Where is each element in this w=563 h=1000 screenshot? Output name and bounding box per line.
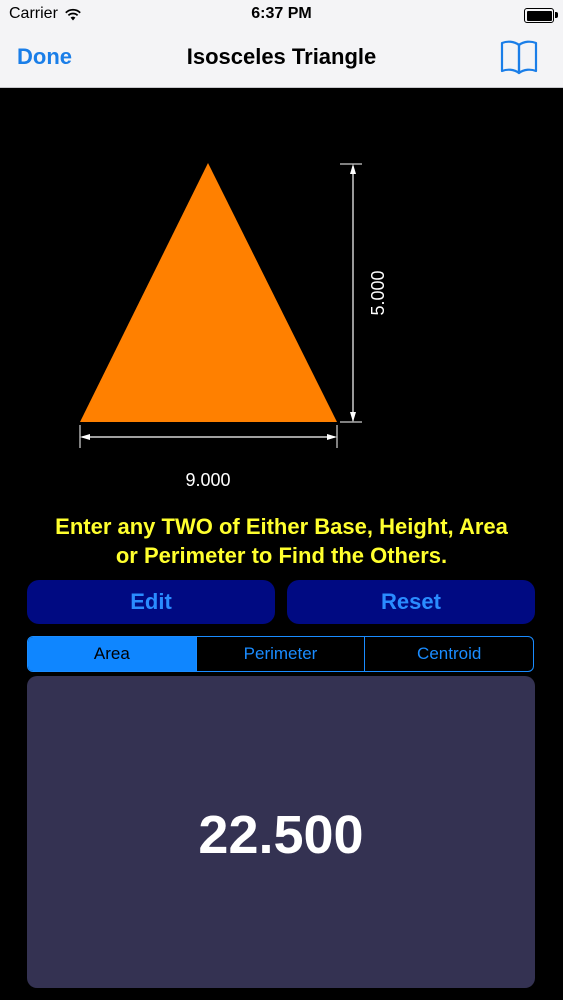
edit-button[interactable]: Edit (27, 580, 275, 624)
tab-area[interactable]: Area (28, 637, 196, 671)
book-icon[interactable] (499, 39, 539, 75)
result-value: 22.500 (198, 805, 364, 865)
tab-perimeter[interactable]: Perimeter (195, 637, 365, 671)
instructions-line-1: Enter any TWO of Either Base, Height, Ar… (55, 514, 508, 539)
base-label: 9.000 (185, 470, 230, 490)
triangle-diagram: 5.000 9.000 (79, 163, 388, 490)
page-title: Isosceles Triangle (186, 44, 377, 69)
status-time: 6:37 PM (251, 5, 312, 22)
tab-centroid[interactable]: Centroid (364, 637, 533, 671)
result-panel: 22.500 (27, 676, 535, 988)
instructions: Enter any TWO of Either Base, Height, Ar… (0, 512, 563, 570)
status-bar: Carrier 6:37 PM (0, 0, 563, 30)
battery-icon (524, 8, 558, 23)
instructions-line-2: or Perimeter to Find the Others. (115, 543, 448, 568)
reset-button[interactable]: Reset (287, 580, 535, 624)
result-type-tabs: Area Perimeter Centroid (27, 636, 534, 672)
nav-bar: Done Isosceles Triangle (0, 30, 563, 88)
isosceles-triangle (80, 163, 337, 422)
height-label: 5.000 (368, 270, 388, 315)
